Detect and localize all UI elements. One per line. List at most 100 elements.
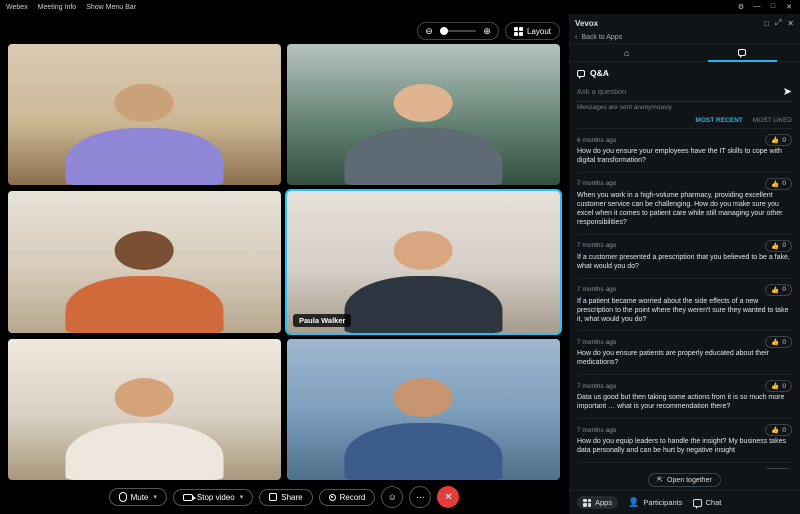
- like-button[interactable]: 👍0: [765, 134, 792, 146]
- camera-icon: [183, 494, 193, 501]
- more-button[interactable]: ⋯: [409, 486, 431, 508]
- chevron-down-icon[interactable]: ▾: [240, 493, 244, 501]
- ask-question-row: ➤: [577, 82, 792, 102]
- tab-home[interactable]: ⌂: [569, 44, 685, 61]
- send-icon[interactable]: ➤: [783, 85, 792, 98]
- participant-name-label: Paula Walker: [293, 314, 351, 327]
- participant-figure: [342, 231, 506, 333]
- open-together-icon: ⇱: [657, 476, 663, 484]
- menubar-show-menu[interactable]: Show Menu Bar: [86, 4, 136, 11]
- mute-button[interactable]: Mute ▾: [109, 488, 167, 506]
- stop-video-label: Stop video: [197, 493, 235, 502]
- open-together-label: Open together: [667, 477, 712, 484]
- qa-text: How do you equip leaders to handle the i…: [577, 438, 792, 456]
- like-count: 0: [782, 242, 786, 249]
- like-count: 0: [782, 180, 786, 187]
- qa-timestamp: 6 months ago: [577, 137, 616, 144]
- zoom-control[interactable]: ⊖ ⊕: [417, 22, 499, 40]
- qa-item: 7 months ago👍16How do you manage senior …: [577, 462, 792, 469]
- app-menubar: Webex Meeting Info Show Menu Bar ⚙ — □ ✕: [0, 0, 800, 14]
- layout-button[interactable]: Layout: [505, 22, 560, 40]
- maximize-icon[interactable]: □: [768, 3, 778, 11]
- chat-label: Chat: [706, 498, 722, 507]
- end-call-button[interactable]: ✕: [437, 486, 459, 508]
- thumbs-up-icon: 👍: [771, 426, 779, 434]
- qa-title: Q&A: [590, 68, 609, 78]
- qa-heading: Q&A: [569, 62, 800, 80]
- minimize-icon[interactable]: —: [752, 3, 762, 11]
- video-tile[interactable]: Paula Walker: [287, 191, 560, 332]
- share-icon: [269, 493, 277, 501]
- menubar-app[interactable]: Webex: [6, 4, 28, 11]
- qa-timestamp: 7 months ago: [577, 339, 616, 346]
- like-button[interactable]: 👍0: [765, 178, 792, 190]
- qa-text: If a patient became worried about the si…: [577, 298, 792, 325]
- panel-bottom-nav: Apps 👤 Participants Chat: [569, 490, 800, 514]
- chevron-down-icon[interactable]: ▾: [153, 493, 157, 501]
- filter-most-recent[interactable]: MOST RECENT: [695, 117, 742, 124]
- share-button[interactable]: Share: [259, 489, 312, 506]
- like-count: 0: [782, 427, 786, 434]
- menubar-meeting-info[interactable]: Meeting Info: [38, 4, 77, 11]
- meeting-stage: ⊖ ⊕ Layout Paula Walker Mute ▾ Stop vide…: [0, 14, 568, 514]
- like-button[interactable]: 👍0: [765, 380, 792, 392]
- home-icon: ⌂: [624, 48, 629, 58]
- meeting-controls: Mute ▾ Stop video ▾ Share Record ☺ ⋯ ✕: [8, 480, 560, 514]
- like-button[interactable]: 👍16: [762, 468, 792, 469]
- qa-item: 7 months ago👍0If a patient became worrie…: [577, 278, 792, 331]
- panel-expand-icon[interactable]: ⤢: [775, 18, 781, 28]
- like-button[interactable]: 👍0: [765, 336, 792, 348]
- bottom-participants[interactable]: 👤 Participants: [628, 497, 682, 508]
- tab-qa[interactable]: [685, 44, 800, 61]
- back-label: Back to Apps: [581, 34, 622, 41]
- share-label: Share: [281, 493, 302, 502]
- filter-most-liked[interactable]: MOST LIKED: [753, 117, 792, 124]
- like-button[interactable]: 👍0: [765, 284, 792, 296]
- qa-item: 7 months ago👍0When you work in a high-vo…: [577, 172, 792, 234]
- back-to-apps[interactable]: ‹ Back to Apps: [569, 32, 800, 44]
- record-button[interactable]: Record: [319, 489, 376, 506]
- thumbs-up-icon: 👍: [771, 180, 779, 188]
- qa-text: Data us good but then taking some action…: [577, 394, 792, 412]
- apps-side-panel: Vevox □ ⤢ ✕ ‹ Back to Apps ⌂ Q&A ➤ Messa…: [568, 14, 800, 514]
- like-button[interactable]: 👍0: [765, 240, 792, 252]
- like-count: 0: [782, 339, 786, 346]
- qa-timestamp: 7 months ago: [577, 242, 616, 249]
- qa-item: 7 months ago👍0How do you equip leaders t…: [577, 418, 792, 462]
- stop-video-button[interactable]: Stop video ▾: [173, 489, 253, 506]
- video-tile[interactable]: [8, 339, 281, 480]
- bottom-apps[interactable]: Apps: [577, 496, 618, 509]
- chat-icon: [693, 499, 702, 507]
- zoom-slider[interactable]: [440, 30, 476, 32]
- video-tile[interactable]: [8, 191, 281, 332]
- video-tile[interactable]: [287, 44, 560, 185]
- settings-icon[interactable]: ⚙: [736, 3, 746, 11]
- mute-label: Mute: [131, 493, 149, 502]
- thumbs-up-icon: 👍: [771, 286, 779, 294]
- bottom-chat[interactable]: Chat: [693, 498, 722, 507]
- participant-figure: [63, 378, 227, 480]
- apps-icon: [583, 499, 591, 507]
- reactions-button[interactable]: ☺: [381, 486, 403, 508]
- close-window-icon[interactable]: ✕: [784, 3, 794, 11]
- panel-popout-icon[interactable]: □: [764, 19, 769, 28]
- zoom-in-icon[interactable]: ⊕: [480, 24, 494, 38]
- ask-input[interactable]: [577, 87, 783, 96]
- participants-icon: 👤: [628, 497, 639, 508]
- qa-list[interactable]: 6 months ago👍0How do you ensure your emp…: [569, 128, 800, 469]
- like-count: 0: [782, 286, 786, 293]
- participants-label: Participants: [643, 498, 682, 507]
- zoom-out-icon[interactable]: ⊖: [422, 24, 436, 38]
- open-together-button[interactable]: ⇱ Open together: [648, 473, 721, 487]
- qa-item: 6 months ago👍0How do you ensure your emp…: [577, 128, 792, 172]
- record-icon: [329, 494, 336, 501]
- qa-icon: [577, 70, 585, 77]
- end-call-icon: ✕: [444, 492, 452, 503]
- panel-close-icon[interactable]: ✕: [787, 19, 794, 28]
- like-button[interactable]: 👍0: [765, 424, 792, 436]
- thumbs-up-icon: 👍: [771, 382, 779, 390]
- qa-text: When you work in a high-volume pharmacy,…: [577, 192, 792, 228]
- video-tile[interactable]: [287, 339, 560, 480]
- qa-timestamp: 7 months ago: [577, 383, 616, 390]
- video-tile[interactable]: [8, 44, 281, 185]
